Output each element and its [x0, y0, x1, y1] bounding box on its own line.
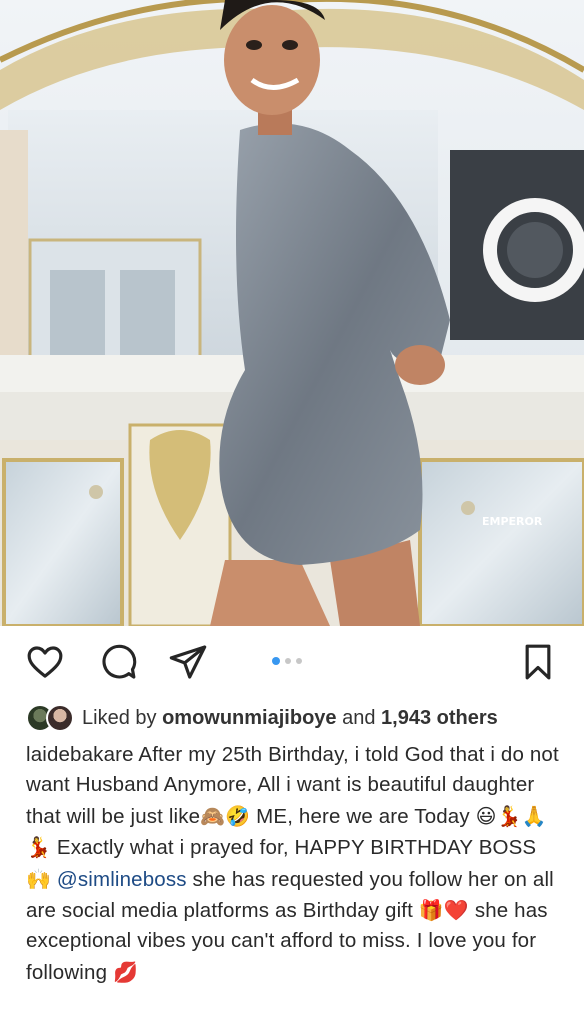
post-caption: laidebakare After my 25th Birthday, i to… [26, 740, 566, 988]
caption-username[interactable]: laidebakare [26, 743, 134, 766]
bookmark-icon [525, 644, 551, 680]
post-photo: EMPEROR [0, 0, 584, 626]
post-image[interactable]: EMPEROR [0, 0, 584, 626]
liked-by-user-link[interactable]: omowunmiajiboye [162, 707, 336, 729]
avatar [46, 704, 74, 732]
others-count-link[interactable]: 1,943 others [381, 707, 498, 729]
carousel-indicator [272, 656, 302, 666]
liker-avatars[interactable] [26, 704, 74, 732]
save-button[interactable] [518, 642, 558, 682]
caption-emoji: 🙌 [26, 866, 52, 891]
send-icon [169, 645, 207, 679]
caption-emoji: 💋 [112, 959, 139, 984]
image-watermark: EMPEROR [482, 515, 543, 528]
heart-icon [27, 646, 63, 678]
caption-mention-link[interactable]: @simlineboss [51, 868, 187, 891]
caption-text: Exactly what i prayed for, HAPPY BIRTHDA… [51, 836, 537, 860]
carousel-dot-active [272, 657, 280, 665]
caption-text: ME, here we are Today [250, 804, 476, 828]
caption-emoji: 🎁❤️ [418, 898, 469, 923]
liked-by-label: Liked by [82, 706, 157, 729]
likes-row: Liked by omowunmiajiboye and 1,943 other… [26, 700, 498, 736]
likes-summary: Liked by omowunmiajiboye and 1,943 other… [82, 707, 498, 730]
share-button[interactable] [168, 642, 208, 682]
carousel-dot [296, 658, 302, 664]
like-button[interactable] [25, 642, 65, 682]
caption-emoji: 🙈🤣 [200, 803, 251, 828]
carousel-dot [285, 658, 291, 664]
comment-icon [102, 644, 137, 679]
and-label: and [342, 706, 376, 729]
comment-button[interactable] [98, 642, 138, 682]
